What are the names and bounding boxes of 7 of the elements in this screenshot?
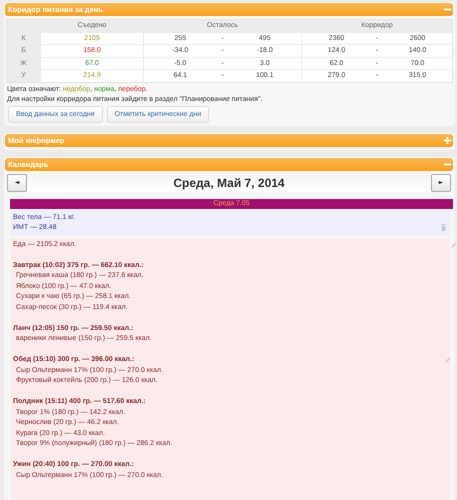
collapse-icon[interactable] bbox=[444, 160, 451, 168]
expand-icon[interactable] bbox=[444, 136, 451, 144]
date-title: Среда, Май 7, 2014 bbox=[173, 176, 285, 190]
collapse-icon[interactable] bbox=[444, 6, 451, 13]
pencil-icon[interactable] bbox=[445, 357, 451, 364]
pencil-icon[interactable] bbox=[451, 242, 457, 248]
trash-icon[interactable] bbox=[441, 224, 446, 230]
